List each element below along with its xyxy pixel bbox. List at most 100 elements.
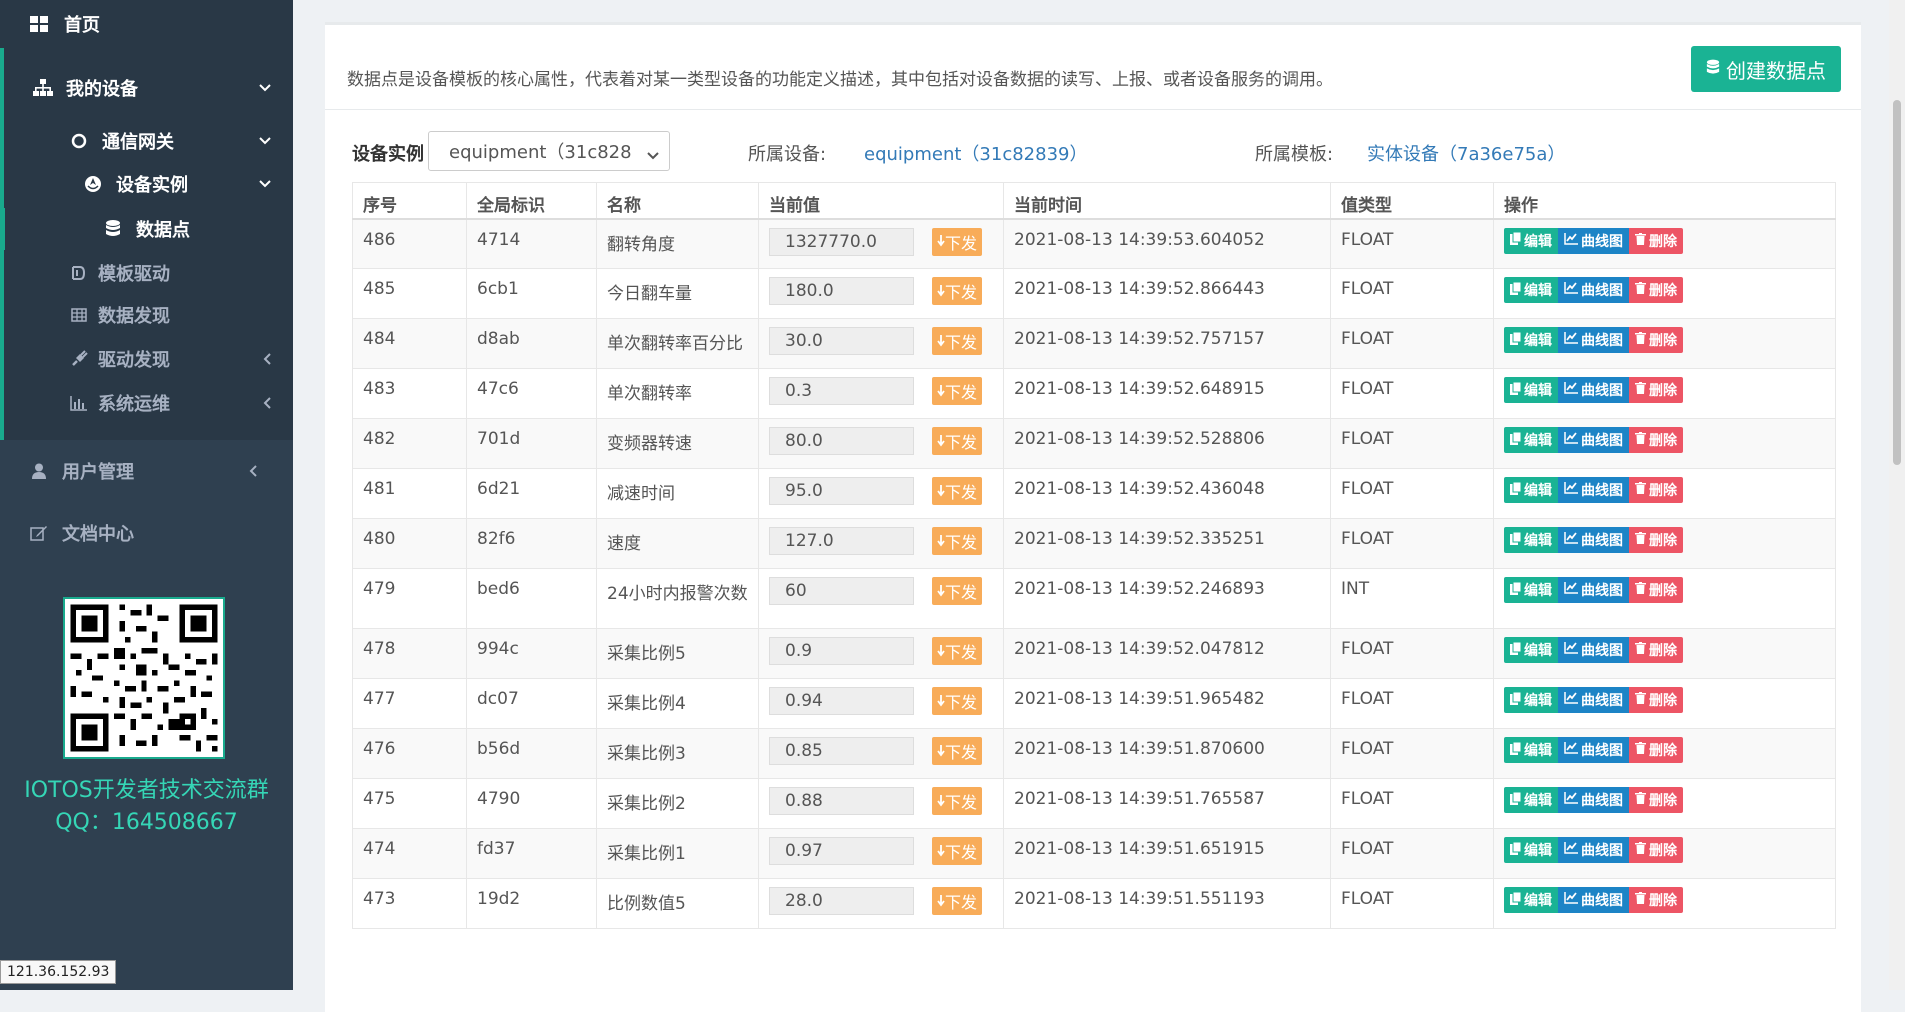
current-value-input[interactable]: 80.0 — [769, 427, 914, 455]
template-link[interactable]: 实体设备（7a36e75a） — [1367, 140, 1565, 166]
edit-button[interactable]: 编辑 — [1504, 637, 1558, 663]
edit-button[interactable]: 编辑 — [1504, 577, 1558, 603]
send-button[interactable]: 下发 — [932, 277, 983, 305]
column-header[interactable]: 全局标识 — [466, 182, 597, 220]
delete-label: 删除 — [1649, 383, 1677, 399]
edit-button[interactable]: 编辑 — [1504, 737, 1558, 763]
delete-button[interactable]: 删除 — [1629, 637, 1683, 663]
delete-button[interactable]: 删除 — [1629, 477, 1683, 503]
delete-button[interactable]: 删除 — [1629, 427, 1683, 453]
chart-button[interactable]: 曲线图 — [1558, 527, 1629, 553]
chart-button[interactable]: 曲线图 — [1558, 427, 1629, 453]
send-button[interactable]: 下发 — [932, 687, 983, 715]
column-header[interactable]: 序号 — [352, 182, 467, 220]
sidebar-item-template-driver[interactable]: 模板驱动 — [0, 252, 293, 294]
current-value-input[interactable]: 28.0 — [769, 887, 914, 915]
edit-button[interactable]: 编辑 — [1504, 787, 1558, 813]
current-value-input[interactable]: 0.88 — [769, 787, 914, 815]
edit-button[interactable]: 编辑 — [1504, 887, 1558, 913]
global-id-cell: 994c — [466, 628, 597, 679]
current-value-input[interactable]: 0.9 — [769, 637, 914, 665]
delete-button[interactable]: 删除 — [1629, 787, 1683, 813]
sidebar-item-instance[interactable]: 设备实例 — [0, 163, 293, 205]
current-value-input[interactable]: 60 — [769, 577, 914, 605]
chart-button[interactable]: 曲线图 — [1558, 277, 1629, 303]
edit-button[interactable]: 编辑 — [1504, 477, 1558, 503]
delete-button[interactable]: 删除 — [1629, 327, 1683, 353]
chart-button[interactable]: 曲线图 — [1558, 687, 1629, 713]
delete-button[interactable]: 删除 — [1629, 737, 1683, 763]
column-header[interactable]: 当前时间 — [1003, 182, 1331, 220]
page-scrollbar[interactable] — [1889, 0, 1905, 990]
send-button[interactable]: 下发 — [932, 477, 983, 505]
edit-button[interactable]: 编辑 — [1504, 837, 1558, 863]
column-header[interactable]: 名称 — [596, 182, 759, 220]
sidebar-item-data-discovery[interactable]: 数据发现 — [0, 294, 293, 336]
edit-button[interactable]: 编辑 — [1504, 377, 1558, 403]
chart-button[interactable]: 曲线图 — [1558, 377, 1629, 403]
column-header: 操作 — [1493, 182, 1836, 220]
chart-label: 曲线图 — [1581, 483, 1623, 499]
current-value-input[interactable]: 0.3 — [769, 377, 914, 405]
delete-button[interactable]: 删除 — [1629, 377, 1683, 403]
sidebar-item-ops[interactable]: 系统运维 — [0, 382, 293, 424]
chart-button[interactable]: 曲线图 — [1558, 887, 1629, 913]
sidebar-item-driver-discovery[interactable]: 驱动发现 — [0, 338, 293, 380]
chart-button[interactable]: 曲线图 — [1558, 837, 1629, 863]
current-value-input[interactable]: 0.97 — [769, 837, 914, 865]
current-value-input[interactable]: 180.0 — [769, 277, 914, 305]
sidebar-item-gateway[interactable]: 通信网关 — [0, 120, 293, 162]
scrollbar-thumb[interactable] — [1893, 100, 1901, 465]
sidebar-item-home[interactable]: 首页 — [0, 0, 293, 48]
send-button[interactable]: 下发 — [932, 887, 983, 915]
send-button[interactable]: 下发 — [932, 837, 983, 865]
edit-button[interactable]: 编辑 — [1504, 227, 1558, 254]
sidebar-item-my-devices[interactable]: 我的设备 — [0, 64, 293, 112]
create-datapoint-button[interactable]: 创建数据点 — [1691, 46, 1841, 92]
current-value-input[interactable]: 1327770.0 — [769, 227, 914, 256]
send-button[interactable]: 下发 — [932, 327, 983, 355]
edit-button[interactable]: 编辑 — [1504, 277, 1558, 303]
column-header[interactable]: 值类型 — [1330, 182, 1494, 220]
send-button[interactable]: 下发 — [932, 637, 983, 665]
instance-select[interactable]: equipment（31c828 — [428, 131, 670, 171]
sidebar-item-docs[interactable]: 文档中心 — [0, 505, 293, 561]
send-button[interactable]: 下发 — [932, 427, 983, 455]
delete-button[interactable]: 删除 — [1629, 277, 1683, 303]
current-value-input[interactable]: 95.0 — [769, 477, 914, 505]
send-button[interactable]: 下发 — [932, 227, 983, 256]
edit-button[interactable]: 编辑 — [1504, 527, 1558, 553]
time-cell: 2021-08-13 14:39:51.651915 — [1003, 828, 1331, 879]
send-button[interactable]: 下发 — [932, 577, 983, 605]
current-value-input[interactable]: 127.0 — [769, 527, 914, 555]
current-value-input[interactable]: 30.0 — [769, 327, 914, 355]
send-button[interactable]: 下发 — [932, 377, 983, 405]
chart-button[interactable]: 曲线图 — [1558, 787, 1629, 813]
device-link[interactable]: equipment（31c82839） — [864, 140, 1087, 166]
edit-button[interactable]: 编辑 — [1504, 687, 1558, 713]
sidebar-item-datapoint[interactable]: 数据点 — [0, 208, 293, 250]
send-button[interactable]: 下发 — [932, 527, 983, 555]
type-cell: FLOAT — [1330, 468, 1494, 519]
chart-button[interactable]: 曲线图 — [1558, 227, 1629, 254]
delete-button[interactable]: 删除 — [1629, 887, 1683, 913]
current-value-input[interactable]: 0.85 — [769, 737, 914, 765]
delete-button[interactable]: 删除 — [1629, 227, 1683, 254]
chart-button[interactable]: 曲线图 — [1558, 737, 1629, 763]
send-button[interactable]: 下发 — [932, 787, 983, 815]
chart-button[interactable]: 曲线图 — [1558, 577, 1629, 603]
chart-button[interactable]: 曲线图 — [1558, 477, 1629, 503]
send-button[interactable]: 下发 — [932, 737, 983, 765]
edit-button[interactable]: 编辑 — [1504, 327, 1558, 353]
delete-button[interactable]: 删除 — [1629, 577, 1683, 603]
delete-button[interactable]: 删除 — [1629, 687, 1683, 713]
current-value-input[interactable]: 0.94 — [769, 687, 914, 715]
delete-button[interactable]: 删除 — [1629, 527, 1683, 553]
column-header[interactable]: 当前值 — [758, 182, 1004, 220]
sidebar-item-user-mgmt[interactable]: 用户管理 — [0, 443, 293, 499]
edit-button[interactable]: 编辑 — [1504, 427, 1558, 453]
chart-button[interactable]: 曲线图 — [1558, 327, 1629, 353]
type-cell: FLOAT — [1330, 728, 1494, 779]
delete-button[interactable]: 删除 — [1629, 837, 1683, 863]
chart-button[interactable]: 曲线图 — [1558, 637, 1629, 663]
